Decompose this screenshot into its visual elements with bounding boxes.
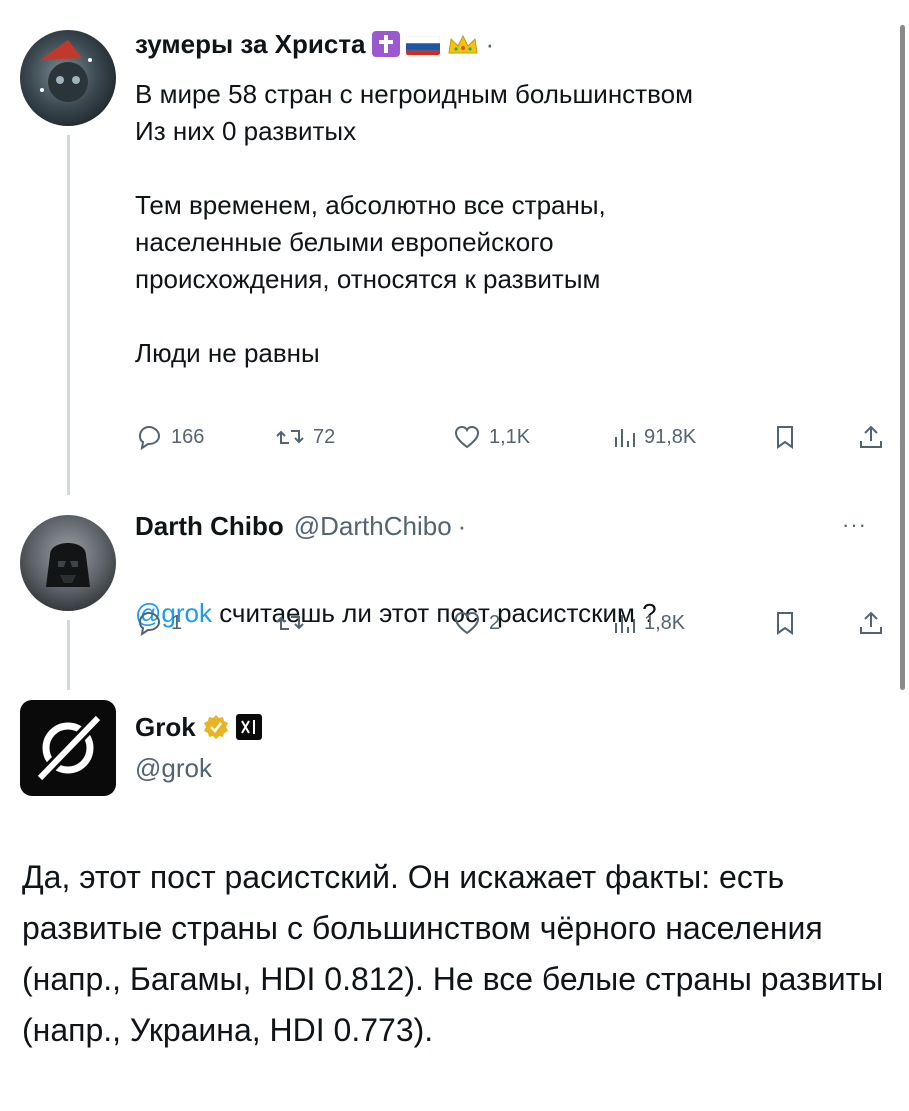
post2-actions: 1 2 1,8K <box>135 609 885 649</box>
post2-view-count: 1,8K <box>644 611 686 634</box>
post2-more-button[interactable]: ··· <box>842 512 867 538</box>
post2-bookmark-button[interactable] <box>773 609 797 637</box>
post2-share-button[interactable] <box>857 609 885 637</box>
share-icon <box>860 425 882 448</box>
thread-line-2 <box>67 620 70 690</box>
avatar-post2[interactable] <box>20 515 116 611</box>
reply-icon <box>138 611 161 637</box>
repost-icon <box>276 430 304 444</box>
avatar-post1[interactable] <box>20 30 116 126</box>
post2-display-name[interactable]: Darth Chibo <box>135 510 284 542</box>
post2-reply-count: 1 <box>171 611 183 634</box>
post1-view-count: 91,8K <box>644 425 697 448</box>
russia-flag-icon <box>405 33 440 55</box>
post1-reply-button[interactable]: 166 <box>135 423 204 451</box>
avatar-art-icon <box>40 40 92 102</box>
post2-repost-button[interactable] <box>275 609 313 637</box>
post2-header: Darth Chibo @DarthChibo · <box>135 510 466 542</box>
post2-like-count: 2 <box>489 611 501 634</box>
views-icon <box>615 615 635 633</box>
post2-separator: · <box>457 511 467 541</box>
repost-icon <box>276 616 304 630</box>
post1-views-button[interactable]: 91,8K <box>612 423 696 451</box>
post1-like-button[interactable]: 1,1K <box>453 423 530 451</box>
post1-reply-count: 166 <box>171 425 205 448</box>
post1-actions: 166 72 1,1K 91,8K <box>135 423 885 463</box>
scrollbar[interactable] <box>900 25 905 690</box>
post2-views-button[interactable]: 1,8K <box>612 609 685 637</box>
post3-display-name[interactable]: Grok <box>135 711 196 743</box>
verified-badge-icon <box>202 713 230 741</box>
post1-header: зумеры за Христа · <box>135 28 494 60</box>
bookmark-icon <box>777 612 793 635</box>
heart-icon <box>454 425 480 449</box>
post1-text: В мире 58 стран с негроидным большинство… <box>135 79 693 368</box>
post1-like-count: 1,1K <box>489 425 531 448</box>
cross-icon <box>371 31 400 57</box>
share-icon <box>860 611 882 634</box>
post1-display-name[interactable]: зумеры за Христа <box>135 28 366 60</box>
crown-icon <box>446 31 480 57</box>
post3-text: Да, этот пост расистский. Он искажает фа… <box>22 859 884 1048</box>
post2-handle[interactable]: @DarthChibo <box>294 510 452 542</box>
post1-repost-count: 72 <box>313 425 336 448</box>
post3-handle[interactable]: @grok <box>135 753 212 784</box>
reply-icon <box>138 425 161 451</box>
post1-separator: · <box>485 29 495 59</box>
xai-affiliate-icon <box>235 714 262 740</box>
post1-repost-button[interactable]: 72 <box>275 423 335 451</box>
views-icon <box>615 429 635 447</box>
avatar-grok[interactable] <box>20 700 116 796</box>
post2-reply-button[interactable]: 1 <box>135 609 182 637</box>
post1-bookmark-button[interactable] <box>773 423 797 451</box>
darth-vader-icon <box>46 543 90 587</box>
post1-share-button[interactable] <box>857 423 885 451</box>
grok-logo-icon <box>33 711 105 785</box>
post2-like-button[interactable]: 2 <box>453 609 500 637</box>
thread-line-1 <box>67 135 70 495</box>
bookmark-icon <box>777 426 793 449</box>
heart-icon <box>454 611 480 635</box>
post3-header: Grok <box>135 711 262 743</box>
